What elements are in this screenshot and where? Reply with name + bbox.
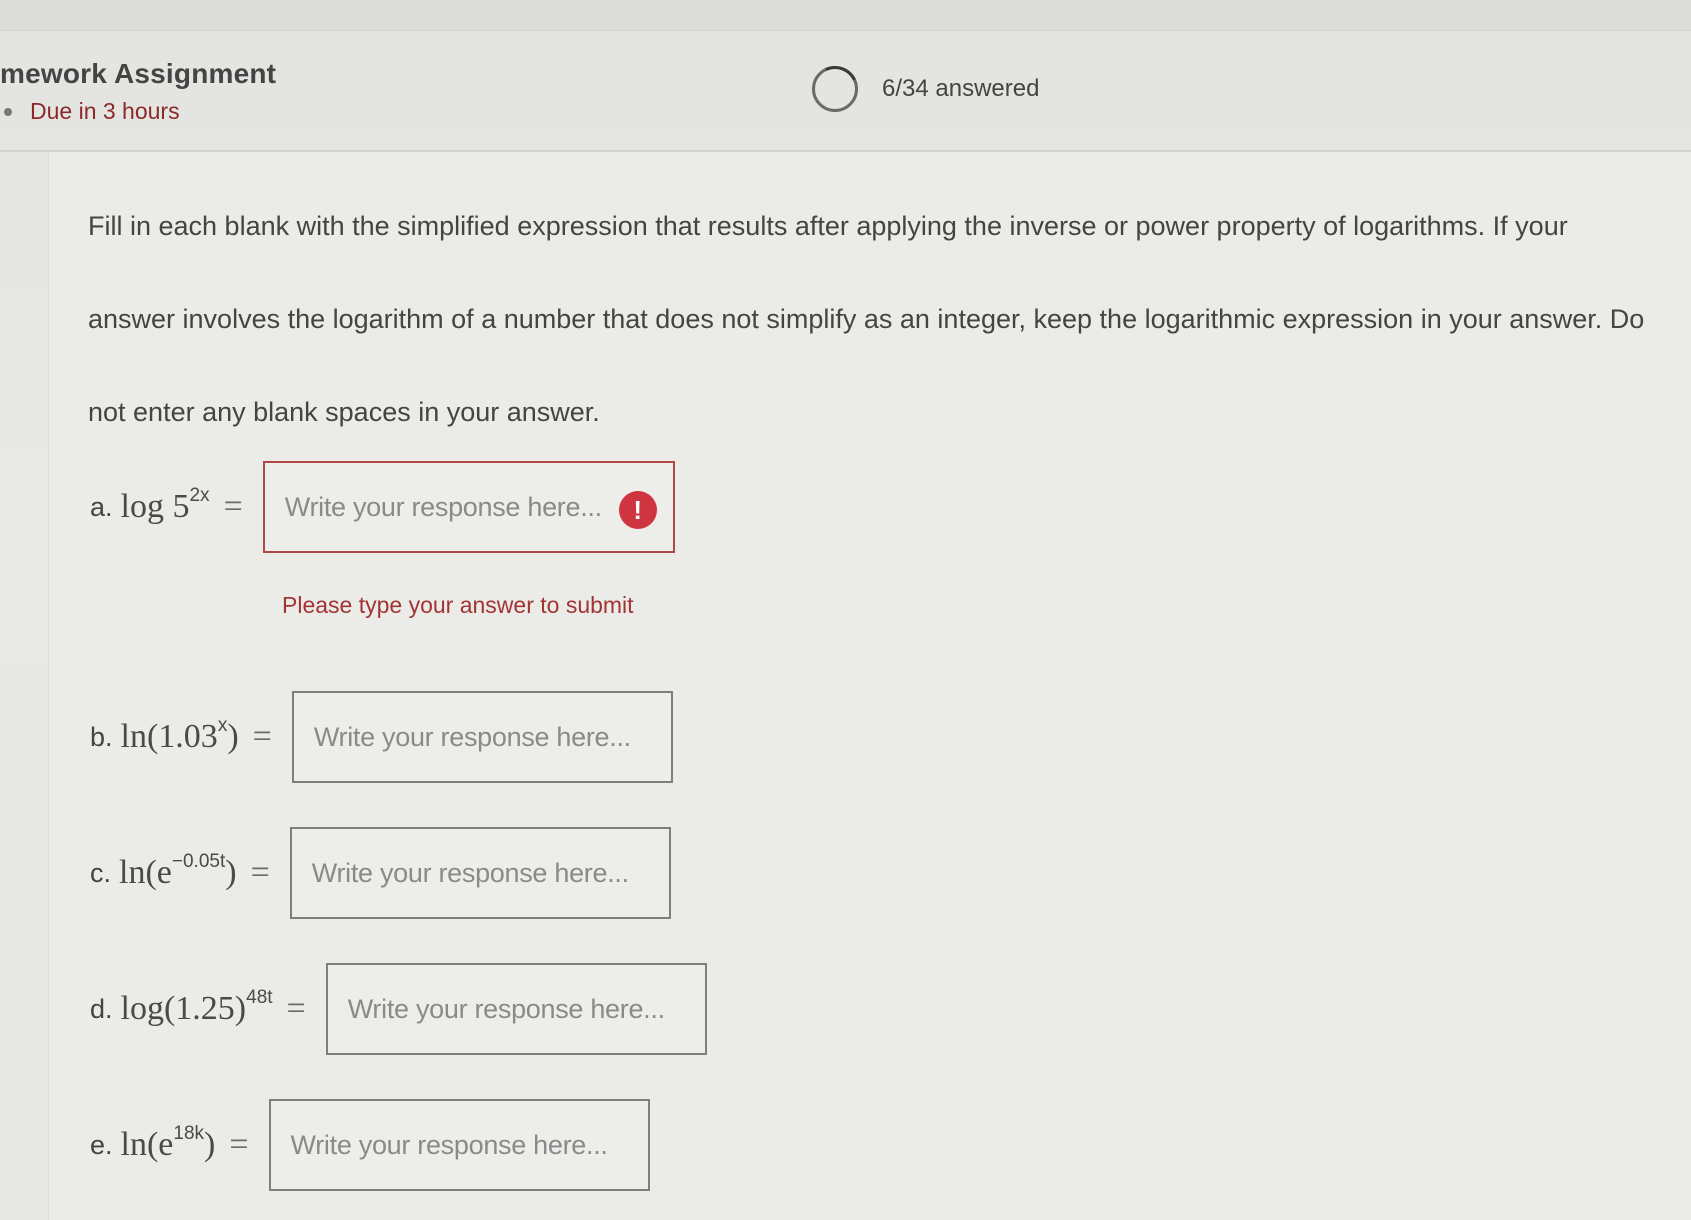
- due-text: Due in 3 hours: [30, 98, 180, 124]
- progress-indicator: 6/34 answered: [812, 66, 1039, 112]
- question-a: a. log 52x = Write your response here...…: [90, 461, 675, 553]
- answer-placeholder: Write your response here...: [290, 1129, 608, 1160]
- assignment-title: mework Assignment: [0, 58, 277, 89]
- progress-ring-icon: [812, 66, 858, 112]
- question-expression: ln(e18k): [120, 1122, 216, 1163]
- question-expression: ln(1.03x): [120, 714, 239, 755]
- question-c: c. ln(e−0.05t) = Write your response her…: [90, 827, 671, 919]
- question-expression: log 52x: [120, 484, 210, 525]
- error-alert-icon: !: [618, 491, 657, 529]
- question-letter: a.: [90, 491, 113, 522]
- question-letter: e.: [90, 1129, 113, 1160]
- equals-sign: =: [252, 718, 272, 755]
- instructions-line-2: answer involves the logarithm of a numbe…: [88, 304, 1645, 334]
- answer-placeholder: Write your response here...: [313, 721, 631, 752]
- answer-placeholder: Write your response here...: [311, 857, 629, 888]
- equals-sign: =: [229, 1126, 249, 1163]
- answer-input-a[interactable]: Write your response here... !: [262, 461, 675, 553]
- question-b: b. ln(1.03x) = Write your response here.…: [90, 691, 673, 783]
- question-letter: d.: [90, 993, 113, 1024]
- answer-input-e[interactable]: Write your response here...: [268, 1099, 650, 1191]
- page: mework Assignment Due in 3 hours 6/34 an…: [0, 0, 1691, 1220]
- question-d: d. log(1.25)48t = Write your response he…: [90, 963, 707, 1055]
- question-letter: b.: [90, 721, 113, 752]
- bullet-icon: [4, 107, 12, 116]
- equals-sign: =: [223, 488, 243, 525]
- question-letter: c.: [90, 857, 112, 888]
- question-e: e. ln(e18k) = Write your response here..…: [90, 1099, 650, 1191]
- equals-sign: =: [250, 854, 270, 891]
- instructions-line-1: Fill in each blank with the simplified e…: [88, 211, 1568, 241]
- answer-placeholder: Write your response here...: [347, 993, 665, 1024]
- progress-text: 6/34 answered: [882, 75, 1040, 102]
- error-message: Please type your answer to submit: [282, 592, 634, 618]
- due-status: Due in 3 hours: [0, 98, 180, 125]
- top-bar: [0, 0, 1691, 31]
- question-instructions: Fill in each blank with the simplified e…: [88, 180, 1688, 459]
- instructions-line-3: not enter any blank spaces in your answe…: [88, 397, 600, 427]
- answer-input-d[interactable]: Write your response here...: [325, 963, 707, 1055]
- question-expression: ln(e−0.05t): [119, 850, 237, 891]
- equals-sign: =: [286, 990, 306, 1027]
- answer-input-b[interactable]: Write your response here...: [291, 691, 673, 783]
- answer-placeholder: Write your response here...: [284, 491, 602, 522]
- question-expression: log(1.25)48t: [120, 986, 273, 1027]
- answer-input-c[interactable]: Write your response here...: [289, 827, 671, 919]
